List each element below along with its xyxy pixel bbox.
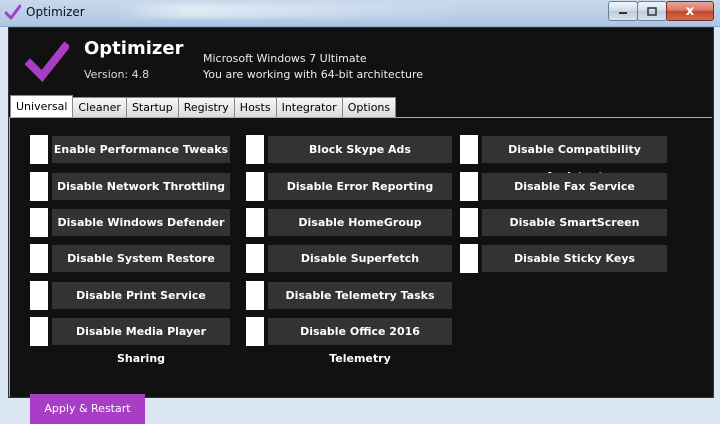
- minimize-button[interactable]: [608, 1, 638, 21]
- option-toggle[interactable]: [460, 244, 478, 273]
- option-label[interactable]: Disable Office 2016 Telemetry: [268, 318, 452, 365]
- option-toggle[interactable]: [460, 172, 478, 201]
- window-titlebar: Optimizer x: [0, 0, 720, 27]
- option-label[interactable]: Disable Fax Service: [482, 173, 667, 200]
- close-icon: x: [685, 3, 695, 19]
- architecture-label: You are working with 64-bit architecture: [203, 68, 424, 81]
- option-toggle[interactable]: [30, 135, 48, 164]
- option-row[interactable]: Disable Superfetch: [246, 244, 452, 273]
- option-row[interactable]: Disable Fax Service: [460, 172, 667, 201]
- apply-restart-button[interactable]: Apply & Restart: [30, 394, 145, 424]
- option-toggle[interactable]: [30, 208, 48, 237]
- option-label[interactable]: Disable Print Service: [52, 282, 230, 309]
- tab-integrator[interactable]: Integrator: [275, 97, 343, 117]
- app-check-icon: [5, 4, 21, 20]
- option-toggle[interactable]: [246, 135, 264, 164]
- option-row[interactable]: Disable Telemetry Tasks: [246, 281, 452, 310]
- option-label[interactable]: Disable Media Player Sharing: [52, 318, 230, 365]
- tab-hosts[interactable]: Hosts: [233, 97, 277, 117]
- option-row[interactable]: Disable Sticky Keys: [460, 244, 667, 273]
- option-row[interactable]: Disable Error Reporting: [246, 172, 452, 201]
- option-label[interactable]: Disable Windows Defender: [52, 209, 230, 236]
- option-row[interactable]: Disable Windows Defender: [30, 208, 230, 237]
- option-label[interactable]: Disable Compatibility Assistant: [482, 136, 667, 183]
- version-label: Version: 4.8: [84, 68, 150, 81]
- option-row[interactable]: Disable Media Player Sharing: [30, 317, 230, 365]
- option-row[interactable]: Disable Office 2016 Telemetry: [246, 317, 452, 365]
- app-window: Optimizer Version: 4.8 Microsoft Windows…: [8, 27, 714, 424]
- tab-strip: Universal Cleaner Startup Registry Hosts…: [10, 95, 397, 117]
- window-title: Optimizer: [26, 5, 85, 19]
- option-row[interactable]: Block Skype Ads: [246, 135, 452, 164]
- option-label[interactable]: Enable Performance Tweaks: [52, 136, 230, 163]
- option-toggle[interactable]: [460, 208, 478, 237]
- option-toggle[interactable]: [246, 281, 264, 310]
- tab-cleaner[interactable]: Cleaner: [72, 97, 127, 117]
- option-label[interactable]: Block Skype Ads: [268, 136, 452, 163]
- option-row[interactable]: Disable Compatibility Assistant: [460, 135, 667, 183]
- option-toggle[interactable]: [246, 317, 264, 346]
- option-label[interactable]: Disable Telemetry Tasks: [268, 282, 452, 309]
- option-row[interactable]: Disable System Restore: [30, 244, 230, 273]
- app-header: Optimizer Version: 4.8 Microsoft Windows…: [9, 28, 713, 96]
- option-toggle[interactable]: [246, 172, 264, 201]
- minimize-icon: [619, 12, 627, 14]
- option-toggle[interactable]: [30, 281, 48, 310]
- tab-options[interactable]: Options: [341, 97, 397, 117]
- option-row[interactable]: Disable Print Service: [30, 281, 230, 310]
- option-label[interactable]: Disable Network Throttling: [52, 173, 230, 200]
- option-toggle[interactable]: [30, 317, 48, 346]
- option-toggle[interactable]: [30, 244, 48, 273]
- maximize-button[interactable]: [637, 1, 667, 21]
- logo-check-icon: [25, 41, 69, 83]
- option-label[interactable]: Disable Sticky Keys: [482, 245, 667, 272]
- tab-universal[interactable]: Universal: [10, 95, 74, 117]
- window-controls: x: [608, 1, 714, 21]
- tab-registry[interactable]: Registry: [177, 97, 235, 117]
- app-name: Optimizer: [84, 38, 184, 59]
- option-label[interactable]: Disable Error Reporting: [268, 173, 452, 200]
- option-label[interactable]: Disable HomeGroup: [268, 209, 452, 236]
- option-toggle[interactable]: [246, 208, 264, 237]
- title-blur: [110, 4, 490, 18]
- option-label[interactable]: Disable SmartScreen: [482, 209, 667, 236]
- option-label[interactable]: Disable System Restore: [52, 245, 230, 272]
- option-row[interactable]: Disable HomeGroup: [246, 208, 452, 237]
- option-toggle[interactable]: [246, 244, 264, 273]
- option-toggle[interactable]: [460, 135, 478, 164]
- os-label: Microsoft Windows 7 Ultimate: [203, 52, 367, 65]
- universal-panel: Enable Performance Tweaks Disable Networ…: [9, 117, 712, 424]
- option-row[interactable]: Disable Network Throttling: [30, 172, 230, 201]
- option-row[interactable]: Disable SmartScreen: [460, 208, 667, 237]
- option-label[interactable]: Disable Superfetch: [268, 245, 452, 272]
- option-row[interactable]: Enable Performance Tweaks: [30, 135, 230, 164]
- tab-startup[interactable]: Startup: [125, 97, 179, 117]
- option-toggle[interactable]: [30, 172, 48, 201]
- close-button[interactable]: x: [666, 1, 714, 21]
- maximize-icon: [647, 6, 657, 16]
